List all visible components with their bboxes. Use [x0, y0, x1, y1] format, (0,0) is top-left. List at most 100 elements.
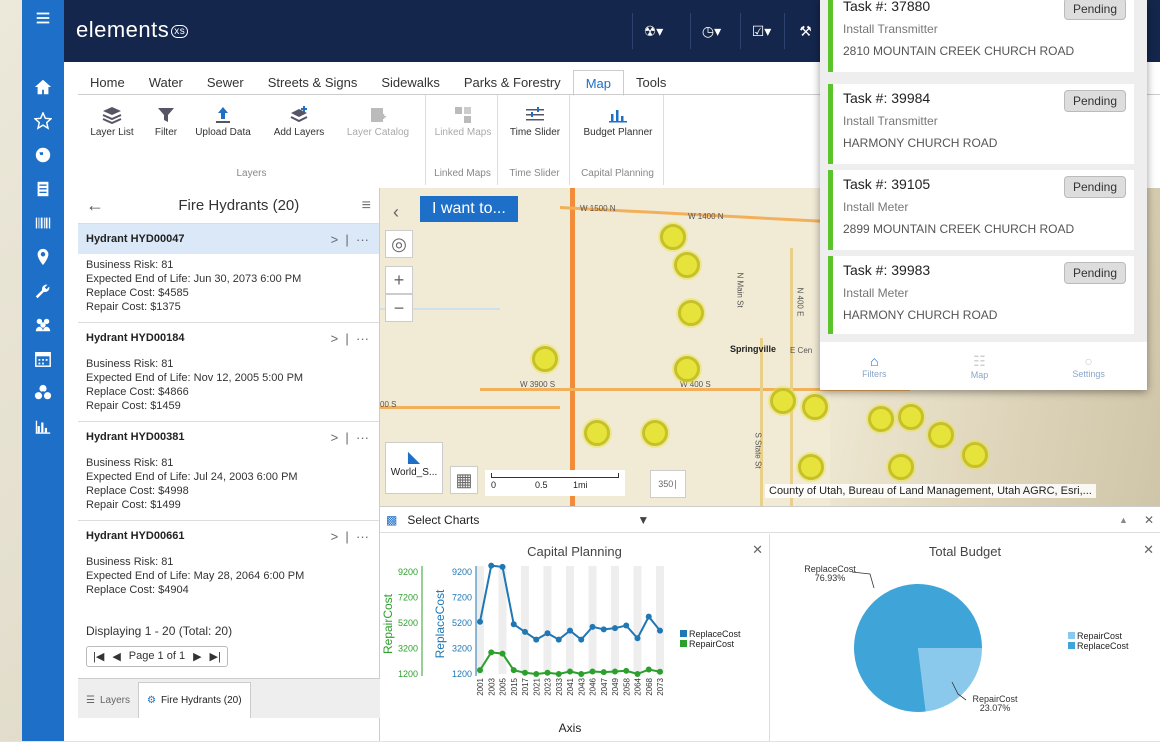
- wrench-icon[interactable]: [22, 274, 64, 308]
- hydrant-marker[interactable]: [532, 346, 558, 372]
- legend-swatch: [680, 630, 687, 637]
- item-actions[interactable]: > | ···: [331, 331, 369, 346]
- basemap-switcher[interactable]: ◣ World_S...: [385, 442, 443, 494]
- hydrant-marker[interactable]: [868, 406, 894, 432]
- hydrant-marker[interactable]: [898, 404, 924, 430]
- close-chart-icon[interactable]: ✕: [1143, 542, 1154, 558]
- hydrant-marker[interactable]: [660, 224, 686, 250]
- budget-planner-button[interactable]: Budget Planner: [576, 103, 660, 138]
- tab-layers[interactable]: ☰ Layers: [78, 682, 138, 718]
- hydrant-marker[interactable]: [798, 454, 824, 480]
- prev-page-icon[interactable]: ◀: [112, 650, 120, 663]
- biohazard-icon[interactable]: [22, 376, 64, 410]
- layer-list-button[interactable]: Layer List: [86, 103, 138, 138]
- star-icon[interactable]: [22, 104, 64, 138]
- close-icon[interactable]: ✕: [1144, 513, 1154, 527]
- x-tick-label: 2068: [645, 677, 654, 695]
- clock-dropdown-button[interactable]: ◷▾: [690, 13, 732, 49]
- location-pin-icon[interactable]: [22, 240, 64, 274]
- back-arrow-icon[interactable]: ←: [86, 195, 116, 216]
- zoom-in-button[interactable]: +: [385, 266, 413, 294]
- i-want-to-button[interactable]: I want to...: [420, 196, 518, 222]
- expand-icon[interactable]: ▲: [1119, 515, 1128, 525]
- total-budget-chart: Total Budget ✕ ReplaceCost 76.93% RepairCo…: [770, 534, 1160, 742]
- chart-icon[interactable]: [22, 410, 64, 444]
- map-tab[interactable]: ☷ Map: [971, 353, 989, 380]
- list-item-header[interactable]: Hydrant HYD00184 > | ···: [78, 323, 379, 353]
- filter-button[interactable]: Filter: [146, 103, 186, 138]
- status-badge: Pending: [1063, 262, 1126, 284]
- x-tick-label: 2017: [521, 677, 530, 695]
- list-menu-icon[interactable]: ≡: [362, 197, 371, 215]
- barcode-icon[interactable]: [22, 206, 64, 240]
- group-icon[interactable]: [22, 308, 64, 342]
- legend-swatch: [680, 640, 687, 647]
- task-card[interactable]: Task #: 37880 Pending Install Transmitter 2…: [828, 0, 1134, 72]
- overview-map-icon[interactable]: ▦: [450, 466, 478, 494]
- data-point: [645, 666, 652, 673]
- tab-map[interactable]: Map: [572, 70, 624, 96]
- first-page-icon[interactable]: |◀: [93, 650, 104, 663]
- last-page-icon[interactable]: ▶|: [210, 650, 221, 663]
- next-page-icon[interactable]: ▶: [193, 650, 201, 663]
- linked-maps-button[interactable]: Linked Maps: [432, 103, 494, 138]
- tab-water[interactable]: Water: [137, 70, 195, 96]
- data-point: [544, 669, 551, 676]
- legend-swatch: [1068, 642, 1075, 649]
- hydrant-marker[interactable]: [584, 420, 610, 446]
- globe-icon[interactable]: [22, 138, 64, 172]
- tab-tools[interactable]: Tools: [624, 70, 678, 96]
- tab-sewer[interactable]: Sewer: [195, 70, 256, 96]
- locate-icon[interactable]: ◎: [385, 230, 413, 258]
- scale-toggle-icon[interactable]: 350∣: [650, 470, 686, 498]
- tab-fire-hydrants[interactable]: ⚙ Fire Hydrants (20): [137, 682, 251, 718]
- select-charts-dropdown[interactable]: Select Charts: [407, 513, 637, 527]
- x-tick-label: 2046: [589, 677, 598, 695]
- hydrant-marker[interactable]: [678, 300, 704, 326]
- tab-sidewalks[interactable]: Sidewalks: [369, 70, 452, 96]
- menu-icon[interactable]: [22, 0, 64, 36]
- home-icon[interactable]: [22, 70, 64, 104]
- hydrant-marker[interactable]: [674, 356, 700, 382]
- calendar-icon[interactable]: [22, 342, 64, 376]
- hydrant-marker[interactable]: [770, 388, 796, 414]
- hydrant-marker[interactable]: [962, 442, 988, 468]
- hydrant-marker[interactable]: [928, 422, 954, 448]
- collapse-panel-icon[interactable]: ‹: [382, 198, 410, 226]
- hydrant-marker[interactable]: [888, 454, 914, 480]
- layer-catalog-button[interactable]: Layer Catalog: [340, 103, 416, 138]
- zoom-out-button[interactable]: −: [385, 294, 413, 322]
- tab-streets-signs[interactable]: Streets & Signs: [256, 70, 370, 96]
- add-layers-button[interactable]: Add Layers: [266, 103, 332, 138]
- item-actions[interactable]: > | ···: [331, 529, 369, 544]
- map-label: W 1400 N: [688, 212, 724, 221]
- checklist-dropdown-button[interactable]: ☑▾: [740, 13, 782, 49]
- time-slider-button[interactable]: Time Slider: [504, 103, 566, 138]
- chevron-down-icon[interactable]: ▼: [637, 513, 649, 527]
- hydrant-marker[interactable]: [674, 252, 700, 278]
- layers-group: Layer List Filter Upload Data Add Layers…: [78, 95, 426, 185]
- hydrant-marker[interactable]: [802, 394, 828, 420]
- item-actions[interactable]: > | ···: [331, 430, 369, 445]
- hydrant-marker[interactable]: [642, 420, 668, 446]
- map-label: N 400 E: [795, 287, 805, 317]
- close-chart-icon[interactable]: ✕: [752, 542, 763, 558]
- task-card[interactable]: Task #: 39105 Pending Install Meter 2899 MO…: [828, 170, 1134, 250]
- tab-parks-forestry[interactable]: Parks & Forestry: [452, 70, 573, 96]
- list-item-header[interactable]: Hydrant HYD00047 > | ···: [78, 224, 379, 254]
- document-icon[interactable]: [22, 172, 64, 206]
- filters-tab[interactable]: ⌂ Filters: [862, 353, 887, 379]
- task-card[interactable]: Task #: 39983 Pending Install Meter HARMONY…: [828, 256, 1134, 334]
- data-point: [477, 667, 483, 674]
- displaying-count: Displaying 1 - 20 (Total: 20): [86, 624, 233, 638]
- task-card[interactable]: Task #: 39984 Pending Install Transmitter H…: [828, 84, 1134, 164]
- upload-data-button[interactable]: Upload Data: [190, 103, 256, 138]
- tab-home[interactable]: Home: [78, 70, 137, 96]
- settings-tab[interactable]: ○ Settings: [1072, 353, 1105, 379]
- list-item-header[interactable]: Hydrant HYD00661 > | ···: [78, 521, 379, 551]
- list-item-header[interactable]: Hydrant HYD00381 > | ···: [78, 422, 379, 452]
- item-actions[interactable]: > | ···: [331, 232, 369, 247]
- results-list: Hydrant HYD00047 > | ··· Business Risk: 8…: [78, 224, 379, 618]
- biohazard-dropdown-button[interactable]: ☢▾: [632, 13, 674, 49]
- highway-road: [570, 188, 575, 506]
